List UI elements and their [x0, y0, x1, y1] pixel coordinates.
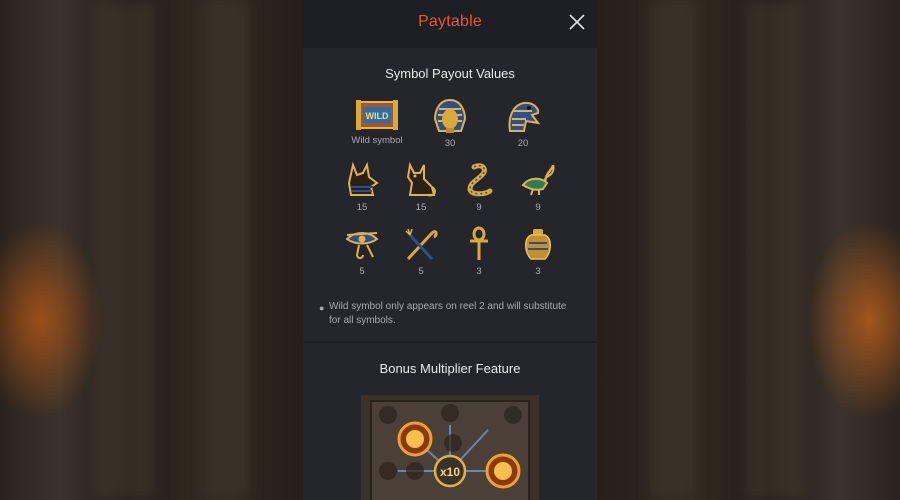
symbol-label: 3	[476, 266, 482, 277]
symbol-eye: 5	[332, 225, 392, 277]
panel-header: Paytable	[303, 0, 597, 48]
symbol-label: 5	[418, 266, 424, 277]
symbol-label: 20	[517, 138, 529, 149]
symbol-payout-heading: Symbol Payout Values	[385, 66, 515, 81]
symbol-label: 30	[444, 138, 456, 149]
symbol-horus: 20	[493, 97, 553, 149]
symbol-label: 15	[356, 202, 368, 213]
anubis-jackal-icon	[347, 161, 379, 196]
bullet-icon: ●	[319, 303, 325, 313]
symbol-label: 15	[415, 202, 427, 213]
paytable-panel: Paytable Symbol Payout Values WILD Wild …	[303, 0, 597, 500]
multiplier-text: x10	[440, 465, 460, 479]
symbol-label: 9	[476, 202, 482, 213]
close-icon[interactable]	[565, 10, 589, 34]
symbol-wild: WILD Wild symbol	[347, 98, 407, 146]
svg-text:WILD: WILD	[366, 111, 389, 121]
symbol-cobra: 9	[449, 161, 509, 213]
panel-title: Paytable	[418, 13, 482, 30]
symbol-label: 5	[359, 266, 365, 277]
symbol-label: 3	[535, 266, 541, 277]
bonus-heading: Bonus Multiplier Feature	[379, 361, 521, 376]
symbol-anubis: 15	[332, 161, 392, 213]
ankh-icon	[470, 226, 488, 260]
cobra-icon	[467, 163, 493, 197]
symbol-ankh: 3	[449, 225, 509, 277]
symbol-pharaoh: 30	[420, 97, 480, 149]
canopic-jar-icon	[525, 229, 551, 260]
symbol-crook-flail: 5	[391, 225, 451, 277]
section-divider	[303, 341, 597, 343]
crook-and-flail-icon	[405, 228, 438, 261]
symbol-label: 9	[535, 202, 541, 213]
symbol-bastet: 15	[391, 161, 451, 213]
wild-note-text: Wild symbol only appears on reel 2 and w…	[329, 301, 567, 326]
horus-falcon-icon	[508, 101, 541, 132]
bastet-cat-icon	[406, 161, 436, 197]
bonus-multiplier-board-image: x10	[353, 395, 547, 500]
eye-of-horus-icon	[345, 232, 379, 259]
symbol-ibis: 9	[508, 161, 568, 213]
symbol-label: Wild symbol	[351, 135, 403, 146]
wild-symbol-note: ● Wild symbol only appears on reel 2 and…	[319, 300, 569, 328]
ibis-bird-icon	[521, 164, 555, 196]
symbol-jar: 3	[508, 225, 568, 277]
pharaoh-mask-icon	[433, 98, 467, 133]
wild-tablet-icon: WILD	[356, 100, 398, 130]
